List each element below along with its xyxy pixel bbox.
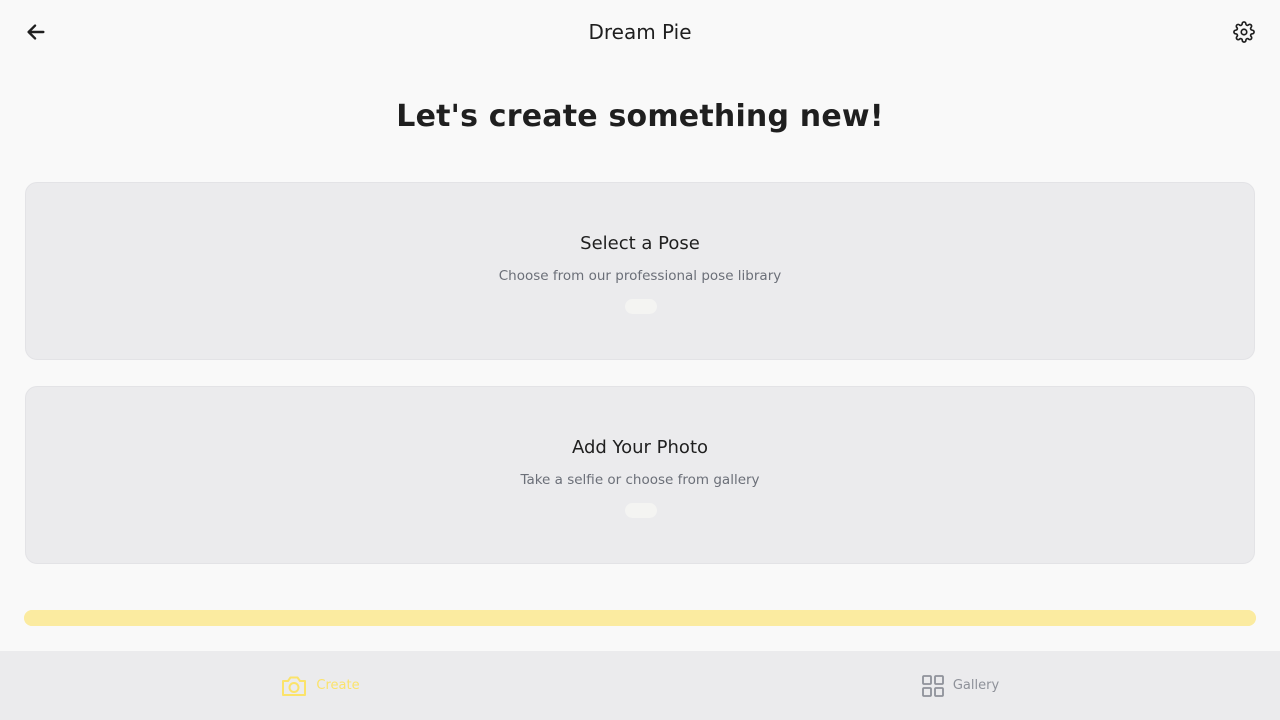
- nav-gallery[interactable]: Gallery: [640, 651, 1280, 720]
- page-heading: Let's create something new!: [396, 99, 884, 134]
- app-title: Dream Pie: [588, 20, 692, 44]
- gear-icon: [1233, 21, 1255, 43]
- camera-icon: [282, 676, 307, 696]
- select-pose-subtitle: Choose from our professional pose librar…: [498, 268, 782, 284]
- bottom-nav: Create Gallery: [0, 651, 1280, 720]
- select-pose-title: Select a Pose: [580, 233, 700, 254]
- nav-create-label: Create: [316, 678, 360, 693]
- add-photo-subtitle: Take a selfie or choose from gallery: [520, 472, 760, 488]
- nav-gallery-label: Gallery: [952, 678, 1000, 693]
- settings-button[interactable]: [1228, 16, 1260, 48]
- add-photo-title: Add Your Photo: [571, 437, 709, 458]
- select-pose-indicator: [625, 299, 657, 314]
- grid-icon: [921, 674, 944, 697]
- nav-create[interactable]: Create: [0, 651, 640, 720]
- progress-fill: [24, 610, 1256, 626]
- progress-bar: [24, 610, 1256, 626]
- top-bar: Dream Pie: [0, 0, 1280, 64]
- select-pose-card[interactable]: Select a Pose Choose from our profession…: [25, 182, 1255, 360]
- add-photo-card[interactable]: Add Your Photo Take a selfie or choose f…: [25, 386, 1255, 564]
- add-photo-indicator: [625, 503, 657, 518]
- app-root: Dream Pie Let's create something new! Se…: [0, 0, 1280, 720]
